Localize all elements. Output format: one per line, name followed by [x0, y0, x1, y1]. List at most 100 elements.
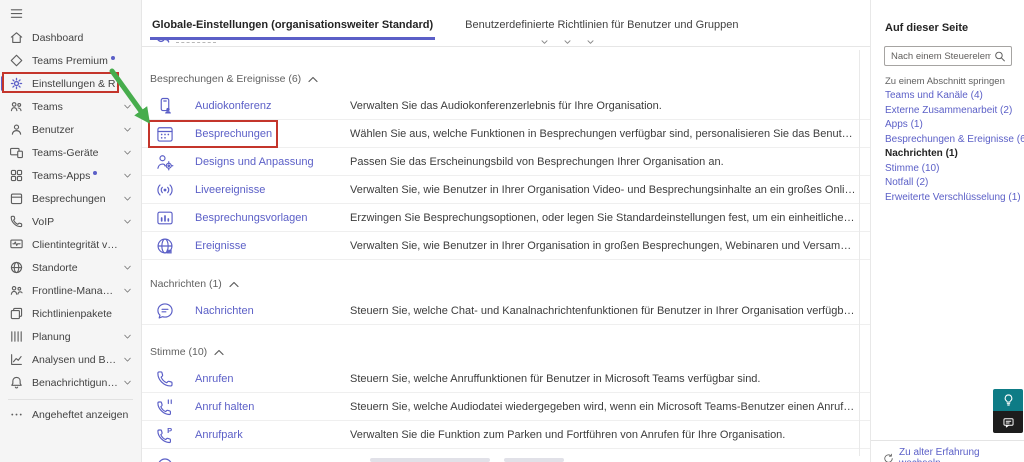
section-link-besprechungen-ereignisse[interactable]: Besprechungen & Ereignisse (6)	[885, 133, 1018, 148]
chevron-up-icon[interactable]	[214, 349, 224, 356]
help-bulb-button[interactable]	[993, 389, 1023, 411]
sidebar-item-label: Teams	[32, 101, 63, 113]
clipped-row-icon	[155, 454, 175, 462]
sidebar-item-label: Frontline-Manage...	[32, 285, 118, 297]
chevron-up-icon[interactable]	[308, 76, 318, 83]
feedback-button[interactable]	[993, 411, 1023, 433]
sidebar-item-standorte[interactable]: Standorte	[0, 256, 141, 279]
sidebar-item-label: Analysen und Beric...	[32, 354, 118, 366]
sidebar-item-teams-geraete[interactable]: Teams-Geräte	[0, 141, 141, 164]
switch-link-label: Zu alter Erfahrung wechseln	[899, 447, 1024, 462]
sidebar-item-besprechungen[interactable]: Besprechungen	[0, 187, 141, 210]
sidebar-item-frontline[interactable]: Frontline-Manage...	[0, 279, 141, 302]
settings-row-liveereignisse[interactable]: Liveereignisse Verwalten Sie, wie Benutz…	[142, 176, 870, 204]
sidebar-item-analysen[interactable]: Analysen und Beric...	[0, 348, 141, 371]
sidebar-item-label: Clientintegrität von...	[32, 239, 118, 251]
sidebar-item-label: Besprechungen	[32, 193, 106, 205]
section-link-apps[interactable]: Apps (1)	[885, 118, 1018, 133]
section-link-erweiterte-verschluesselung[interactable]: Erweiterte Verschlüsselung (1)	[885, 191, 1018, 206]
new-indicator-dot	[111, 56, 115, 60]
premium-icon	[9, 53, 24, 68]
tab-custom-policies[interactable]: Benutzerdefinierte Richtlinien für Benut…	[463, 19, 740, 40]
section-title: Stimme (10)	[150, 346, 207, 358]
sidebar-item-benutzer[interactable]: Benutzer	[0, 118, 141, 141]
refresh-icon	[883, 453, 894, 462]
live-events-icon	[155, 180, 175, 200]
scrollbar[interactable]	[859, 50, 860, 456]
user-icon	[9, 122, 24, 137]
section-header-stimme: Stimme (10)	[150, 346, 870, 358]
section-links: Teams und Kanäle (4) Externe Zusammenarb…	[885, 89, 1018, 205]
sidebar-item-label: Benutzer	[32, 124, 74, 136]
chevron-down-icon	[123, 378, 132, 387]
tab-global-settings[interactable]: Globale-Einstellungen (organisationsweit…	[150, 19, 435, 40]
sidebar-show-pinned-button[interactable]: Angeheftet anzeigen	[0, 403, 141, 426]
sidebar-item-label: Teams-Geräte	[32, 147, 99, 159]
sidebar-item-label: Teams Premium	[32, 55, 108, 67]
settings-row-nachrichten[interactable]: Nachrichten Steuern Sie, welche Chat- un…	[142, 297, 870, 325]
sidebar-item-teams[interactable]: Teams	[0, 95, 141, 118]
sidebar-divider	[8, 399, 133, 400]
settings-row-anrufen[interactable]: Anrufen Steuern Sie, welche Anruffunktio…	[142, 365, 870, 393]
assistant-widget	[993, 389, 1023, 433]
chevron-down-icon	[123, 148, 132, 157]
control-search-input[interactable]	[885, 51, 993, 62]
settings-row-anruf-halten[interactable]: Anruf halten Steuern Sie, welche Audioda…	[142, 393, 870, 421]
teams-admin-center: Dashboard Teams Premium Einstellungen & …	[0, 0, 1024, 462]
bell-icon	[9, 375, 24, 390]
search-icon	[993, 50, 1007, 63]
scroll-clipped-row	[142, 40, 870, 47]
settings-row-description: Wählen Sie aus, welche Funktionen in Bes…	[350, 128, 870, 140]
sidebar-item-richtlinienpakete[interactable]: Richtlinienpakete	[0, 302, 141, 325]
policy-packages-icon	[9, 306, 24, 321]
settings-row-label: Besprechungsvorlagen	[195, 212, 350, 224]
section-link-stimme[interactable]: Stimme (10)	[885, 162, 1018, 177]
apps-icon	[9, 168, 24, 183]
chevron-down-icon	[123, 217, 132, 226]
events-globe-icon	[155, 236, 175, 256]
gear-icon	[9, 76, 24, 91]
call-hold-icon	[155, 397, 175, 417]
switch-to-old-experience-link[interactable]: Zu alter Erfahrung wechseln	[883, 447, 1024, 462]
chevron-up-icon[interactable]	[229, 281, 239, 288]
settings-row-description: Steuern Sie, welche Audiodatei wiedergeg…	[350, 401, 870, 413]
planning-icon	[9, 329, 24, 344]
sidebar-item-label: Planung	[32, 331, 71, 343]
settings-row-description: Erzwingen Sie Besprechungsoptionen, oder…	[350, 212, 870, 224]
control-search-box[interactable]	[884, 46, 1012, 66]
section-link-externe-zusammenarbeit[interactable]: Externe Zusammenarbeit (2)	[885, 104, 1018, 119]
settings-row-besprechungen[interactable]: Besprechungen Wählen Sie aus, welche Fun…	[142, 120, 870, 148]
devices-icon	[9, 145, 24, 160]
frontline-icon	[9, 283, 24, 298]
sidebar-item-planung[interactable]: Planung	[0, 325, 141, 348]
settings-row-audiokonferenz[interactable]: Audiokonferenz Verwalten Sie das Audioko…	[142, 92, 870, 120]
section-link-teams-kanaele[interactable]: Teams und Kanäle (4)	[885, 89, 1018, 104]
analytics-icon	[9, 352, 24, 367]
settings-row-anrufpark[interactable]: P Anrufpark Verwalten Sie die Funktion z…	[142, 421, 870, 449]
sidebar-item-clientintegritaet[interactable]: Clientintegrität von...	[0, 233, 141, 256]
sidebar-item-settings-policies[interactable]: Einstellungen & Richtlinien	[0, 72, 141, 95]
lightbulb-icon	[1002, 393, 1015, 407]
sidebar-item-voip[interactable]: VoIP	[0, 210, 141, 233]
sidebar-item-teams-premium[interactable]: Teams Premium	[0, 49, 141, 72]
settings-row-description: Steuern Sie, welche Chat- und Kanalnachr…	[350, 305, 870, 317]
settings-row-besprechungsvorlagen[interactable]: Besprechungsvorlagen Erzwingen Sie Bespr…	[142, 204, 870, 232]
sidebar-item-teams-apps[interactable]: Teams-Apps	[0, 164, 141, 187]
chevron-down-icon	[123, 125, 132, 134]
phone-icon	[9, 214, 24, 229]
sidebar-item-benachrichtigungen[interactable]: Benachrichtigunge...	[0, 371, 141, 394]
scroll-clipped-bottom-row	[142, 449, 870, 462]
sidebar-item-dashboard[interactable]: Dashboard	[0, 26, 141, 49]
sidebar-item-label: Richtlinienpakete	[32, 308, 112, 320]
settings-row-description: Verwalten Sie, wie Benutzer in Ihrer Org…	[350, 240, 870, 252]
settings-row-designs-anpassung[interactable]: Designs und Anpassung Passen Sie das Ers…	[142, 148, 870, 176]
settings-row-ereignisse[interactable]: Ereignisse Verwalten Sie, wie Benutzer i…	[142, 232, 870, 260]
customization-icon	[155, 152, 175, 172]
sidebar-item-label: Benachrichtigunge...	[32, 377, 118, 389]
hamburger-menu-button[interactable]	[0, 0, 141, 26]
section-header-besprechungen-ereignisse: Besprechungen & Ereignisse (6)	[150, 73, 870, 85]
section-link-nachrichten[interactable]: Nachrichten (1)	[885, 147, 1018, 162]
section-link-notfall[interactable]: Notfall (2)	[885, 176, 1018, 191]
section-header-nachrichten: Nachrichten (1)	[150, 278, 870, 290]
settings-row-label: Anrufpark	[195, 429, 350, 441]
